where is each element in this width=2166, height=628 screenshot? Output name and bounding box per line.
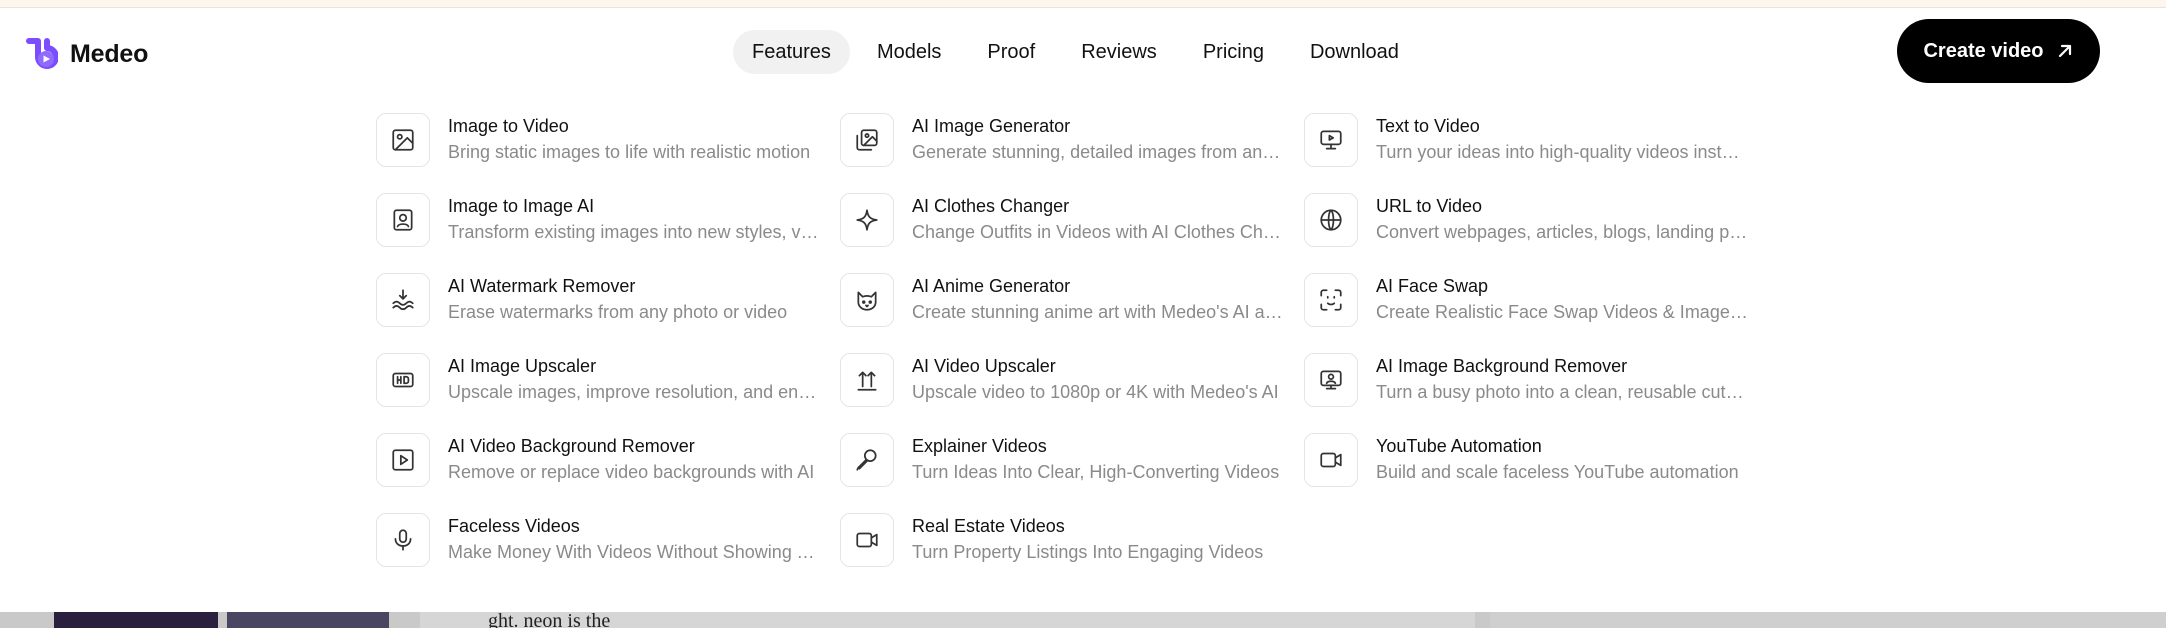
video-camera-icon [840, 513, 894, 567]
nav-reviews[interactable]: Reviews [1062, 30, 1176, 74]
brand-name: Medeo [70, 39, 149, 68]
menu-item-ai-image-generator[interactable]: AI Image Generator Generate stunning, de… [840, 113, 1304, 193]
face-scan-icon [1304, 273, 1358, 327]
menu-item-title: AI Watermark Remover [448, 276, 636, 296]
menu-item-real-estate-videos[interactable]: Real Estate Videos Turn Property Listing… [840, 513, 1304, 593]
nav-pricing[interactable]: Pricing [1184, 30, 1283, 74]
features-grid: Image to Video Bring static images to li… [376, 113, 1768, 593]
hd-icon [376, 353, 430, 407]
menu-item-title: AI Image Generator [912, 116, 1071, 136]
site-header: Medeo Features Models Proof Reviews Pric… [0, 8, 2166, 92]
menu-item-desc: Transform existing images into new style… [448, 222, 820, 242]
nav-models[interactable]: Models [858, 30, 960, 74]
menu-item-desc: Create stunning anime art with Medeo's A… [912, 302, 1284, 322]
menu-item-ai-video-upscaler[interactable]: AI Video Upscaler Upscale video to 1080p… [840, 353, 1304, 433]
video-thumbnail [54, 612, 218, 628]
menu-item-title: Image to Video [448, 116, 569, 136]
menu-item-title: Faceless Videos [448, 516, 580, 536]
menu-item-desc: Upscale images, improve resolution, and … [448, 382, 820, 402]
microphone-icon [840, 433, 894, 487]
video-camera-icon [1304, 433, 1358, 487]
image-icon [376, 113, 430, 167]
menu-item-ai-face-swap[interactable]: AI Face Swap Create Realistic Face Swap … [1304, 273, 1768, 353]
menu-item-title: AI Image Upscaler [448, 356, 597, 376]
menu-item-title: Real Estate Videos [912, 516, 1065, 536]
menu-item-image-to-image[interactable]: Image to Image AI Transform existing ima… [376, 193, 840, 273]
cat-icon [840, 273, 894, 327]
menu-item-title: Text to Video [1376, 116, 1480, 136]
menu-item-title: AI Face Swap [1376, 276, 1489, 296]
images-icon [840, 113, 894, 167]
menu-item-desc: Remove or replace video backgrounds with… [448, 462, 815, 482]
content-panel [1490, 612, 2166, 628]
image-bg-icon [1304, 353, 1358, 407]
menu-item-desc: Turn your ideas into high-quality videos… [1376, 142, 1748, 162]
menu-item-desc: Turn a busy photo into a clean, reusable… [1376, 382, 1748, 402]
video-thumbnail [227, 612, 389, 628]
create-video-label: Create video [1923, 39, 2044, 62]
menu-item-title: URL to Video [1376, 196, 1483, 216]
menu-item-desc: Upscale video to 1080p or 4K with Medeo'… [912, 382, 1279, 402]
brand-logo[interactable]: Medeo [24, 34, 148, 74]
mic-icon [376, 513, 430, 567]
menu-item-title: AI Video Upscaler [912, 356, 1056, 376]
menu-item-desc: Create Realistic Face Swap Videos & Imag… [1376, 302, 1748, 322]
menu-item-desc: Generate stunning, detailed images from … [912, 142, 1284, 162]
watermark-icon [376, 273, 430, 327]
menu-item-title: YouTube Automation [1376, 436, 1542, 456]
portrait-icon [376, 193, 430, 247]
play-square-icon [376, 433, 430, 487]
menu-item-text-to-video[interactable]: Text to Video Turn your ideas into high-… [1304, 113, 1768, 193]
menu-item-faceless-videos[interactable]: Faceless Videos Make Money With Videos W… [376, 513, 840, 593]
underlying-page-content: ght. neon is the [0, 612, 2166, 628]
menu-item-ai-video-bg-remover[interactable]: AI Video Background Remover Remove or re… [376, 433, 840, 513]
menu-item-desc: Turn Property Listings Into Engaging Vid… [912, 542, 1264, 562]
nav-download[interactable]: Download [1291, 30, 1418, 74]
arrow-up-right-icon [2058, 44, 2071, 58]
menu-item-ai-watermark-remover[interactable]: AI Watermark Remover Erase watermarks fr… [376, 273, 840, 353]
menu-item-desc: Bring static images to life with realist… [448, 142, 811, 162]
features-dropdown: Image to Video Bring static images to li… [0, 92, 2166, 612]
menu-item-desc: Erase watermarks from any photo or video [448, 302, 788, 322]
menu-item-title: AI Image Background Remover [1376, 356, 1628, 376]
menu-item-title: AI Clothes Changer [912, 196, 1070, 216]
nav-features[interactable]: Features [733, 30, 850, 74]
menu-item-title: Image to Image AI [448, 196, 595, 216]
upscale-arrows-icon [840, 353, 894, 407]
menu-item-url-to-video[interactable]: URL to Video Convert webpages, articles,… [1304, 193, 1768, 273]
background-text-fragment: ght. neon is the [488, 612, 611, 628]
menu-item-ai-clothes-changer[interactable]: AI Clothes Changer Change Outfits in Vid… [840, 193, 1304, 273]
menu-item-explainer-videos[interactable]: Explainer Videos Turn Ideas Into Clear, … [840, 433, 1304, 513]
medeo-logo-icon [26, 38, 58, 69]
menu-item-youtube-automation[interactable]: YouTube Automation Build and scale facel… [1304, 433, 1768, 513]
monitor-play-icon [1304, 113, 1358, 167]
menu-item-title: Explainer Videos [912, 436, 1047, 456]
top-accent-bar [0, 0, 2166, 8]
menu-item-desc: Turn Ideas Into Clear, High-Converting V… [912, 462, 1280, 482]
sparkle-icon [840, 193, 894, 247]
create-video-button[interactable]: Create video [1897, 19, 2100, 83]
menu-item-desc: Make Money With Videos Without Showing Y… [448, 542, 820, 562]
globe-icon [1304, 193, 1358, 247]
menu-item-desc: Build and scale faceless YouTube automat… [1376, 462, 1739, 482]
menu-item-ai-image-bg-remover[interactable]: AI Image Background Remover Turn a busy … [1304, 353, 1768, 433]
menu-item-ai-anime-generator[interactable]: AI Anime Generator Create stunning anime… [840, 273, 1304, 353]
menu-item-title: AI Anime Generator [912, 276, 1071, 296]
main-nav: Features Models Proof Reviews Pricing Do… [733, 30, 1418, 74]
menu-item-ai-image-upscaler[interactable]: AI Image Upscaler Upscale images, improv… [376, 353, 840, 433]
menu-item-title: AI Video Background Remover [448, 436, 695, 456]
menu-item-desc: Convert webpages, articles, blogs, landi… [1376, 222, 1748, 242]
menu-item-image-to-video[interactable]: Image to Video Bring static images to li… [376, 113, 840, 193]
menu-item-desc: Change Outfits in Videos with AI Clothes… [912, 222, 1284, 242]
nav-proof[interactable]: Proof [968, 30, 1054, 74]
